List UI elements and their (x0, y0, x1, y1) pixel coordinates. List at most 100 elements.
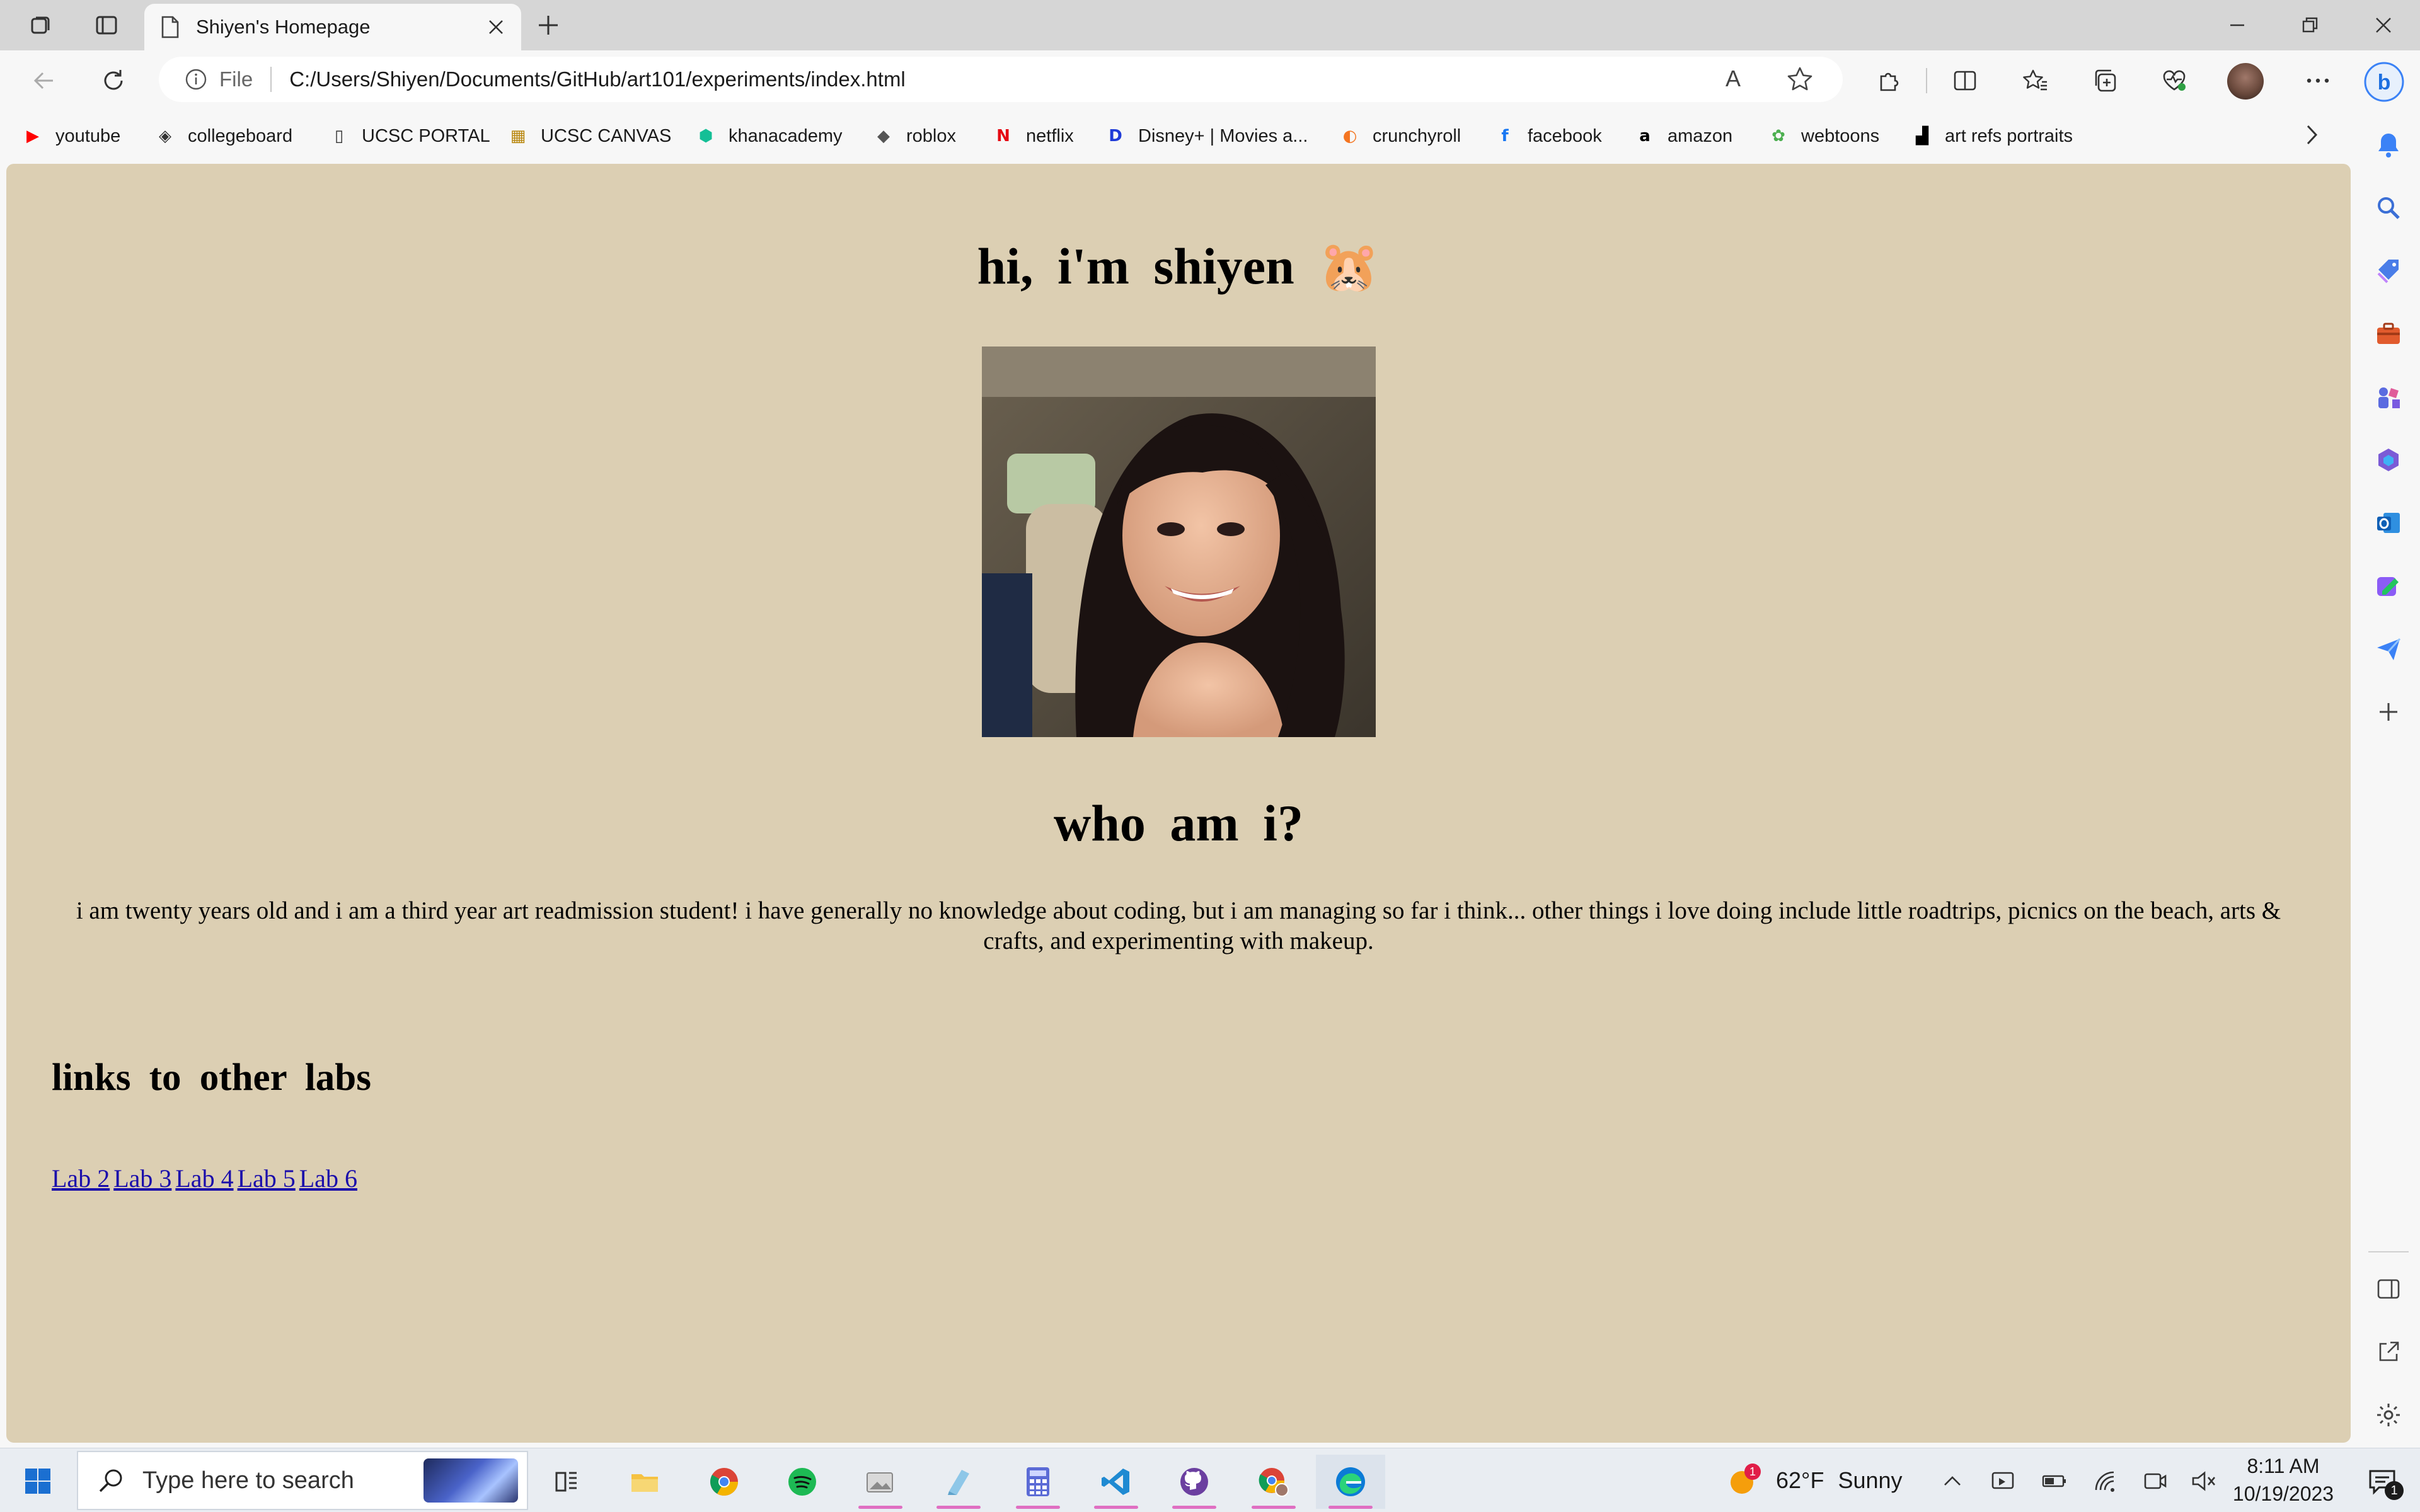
more-options-icon[interactable] (2299, 62, 2337, 100)
info-icon[interactable] (184, 67, 208, 91)
favorite-item[interactable]: ✿ webtoons (1767, 118, 1879, 154)
lab-link[interactable]: Lab 6 (299, 1164, 357, 1193)
favorite-item[interactable]: ▟ art refs portraits (1911, 118, 2073, 154)
favorite-label: UCSC CANVAS (541, 125, 672, 146)
settings-gear-icon[interactable] (2371, 1397, 2406, 1433)
taskbar-search[interactable]: Type here to search (77, 1451, 528, 1510)
favorite-item[interactable]: a amazon (1634, 118, 1732, 154)
volume-muted-icon[interactable] (2186, 1463, 2221, 1499)
notification-count: 1 (2385, 1481, 2404, 1500)
disney-icon: D (1109, 127, 1122, 146)
favorite-label: UCSC PORTAL (362, 125, 490, 146)
weather-widget[interactable]: 1 62°F Sunny (1727, 1460, 1903, 1501)
back-icon[interactable] (25, 62, 63, 100)
favorite-label: webtoons (1801, 125, 1880, 146)
lab-link[interactable]: Lab 2 (52, 1164, 110, 1193)
clock-date: 10/19/2023 (2232, 1482, 2334, 1505)
facebook-icon: f (1501, 127, 1509, 146)
windows-taskbar: Type here to search 1 62°F Sunny 8:11 AM… (0, 1448, 2420, 1512)
camera-icon[interactable] (2138, 1463, 2173, 1499)
favorite-item[interactable]: ▦ UCSC CANVAS (507, 118, 672, 154)
start-button-icon[interactable] (13, 1457, 63, 1505)
favorite-item[interactable]: ⬢ khanacademy (694, 118, 843, 154)
favorite-label: Disney+ | Movies a... (1138, 125, 1308, 146)
address-divider (270, 67, 272, 92)
favorite-item[interactable]: ◐ crunchyroll (1339, 118, 1461, 154)
roblox-icon: ◆ (877, 127, 890, 146)
favorite-label: art refs portraits (1945, 125, 2073, 146)
lab-link[interactable]: Lab 4 (175, 1164, 233, 1193)
restore-icon[interactable] (2279, 6, 2342, 44)
lab-link[interactable]: Lab 3 (113, 1164, 171, 1193)
hide-sidebar-icon[interactable] (2371, 1271, 2406, 1307)
notepad-icon[interactable] (924, 1455, 993, 1509)
favorite-label: facebook (1528, 125, 1602, 146)
close-tab-icon[interactable] (477, 8, 515, 46)
task-view-icon[interactable] (532, 1455, 601, 1509)
read-aloud-icon[interactable]: A (1726, 66, 1741, 92)
notifications-icon[interactable]: 1 (2357, 1460, 2407, 1504)
refresh-icon[interactable] (95, 62, 132, 100)
webtoons-icon: ✿ (1772, 127, 1785, 146)
photos-icon[interactable] (846, 1455, 915, 1509)
games-icon[interactable] (2371, 379, 2406, 415)
new-tab-icon[interactable] (529, 9, 567, 42)
split-screen-icon[interactable] (1946, 62, 1984, 100)
page-icon (161, 16, 180, 38)
workspaces-icon[interactable] (23, 9, 59, 42)
microsoft-365-icon[interactable] (2371, 442, 2406, 478)
search-icon[interactable] (2371, 190, 2406, 226)
battery-icon[interactable] (2037, 1463, 2072, 1499)
favorite-item[interactable]: ◈ collegeboard (154, 118, 292, 154)
favorites-icon[interactable] (2017, 62, 2054, 100)
add-icon[interactable] (2371, 694, 2406, 730)
minimize-icon[interactable] (2206, 6, 2269, 44)
chevron-up-icon[interactable] (1935, 1463, 1970, 1499)
browser-essentials-icon[interactable] (2155, 62, 2193, 100)
favorite-label: crunchyroll (1373, 125, 1461, 146)
chevron-right-icon[interactable] (2294, 117, 2329, 152)
chrome-icon[interactable] (689, 1455, 759, 1509)
address-url[interactable]: C:/Users/Shiyen/Documents/GitHub/art101/… (289, 67, 906, 91)
favorite-item[interactable]: f facebook (1494, 118, 1602, 154)
file-explorer-icon[interactable] (610, 1455, 679, 1509)
favorite-item[interactable]: ▯ UCSC PORTAL (328, 118, 490, 154)
favorite-item[interactable]: Nnetflix (992, 118, 1074, 154)
running-indicator (858, 1506, 902, 1509)
tools-briefcase-icon[interactable] (2371, 316, 2406, 352)
bell-icon[interactable] (2371, 127, 2406, 163)
spotify-icon[interactable] (768, 1455, 837, 1509)
favorite-star-icon[interactable] (1786, 66, 1814, 93)
github-desktop-icon[interactable] (1160, 1455, 1229, 1509)
tab-active[interactable]: Shiyen's Homepage (144, 4, 521, 50)
favorites-bar: ▶ youtube ◈ collegeboard ▯ UCSC PORTAL ▦ UCSC C… (0, 110, 2420, 161)
crunchyroll-icon: ◐ (1342, 127, 1357, 146)
favorite-item[interactable]: ◆ roblox (872, 118, 956, 154)
address-bar[interactable]: File C:/Users/Shiyen/Documents/GitHub/ar… (159, 57, 1843, 102)
vscode-icon[interactable] (1081, 1455, 1151, 1509)
profile-avatar[interactable] (2227, 63, 2264, 100)
outlook-icon[interactable] (2371, 505, 2406, 541)
lab-link[interactable]: Lab 5 (238, 1164, 296, 1193)
shopping-tag-icon[interactable] (2371, 253, 2406, 289)
onedrive-meet-icon[interactable] (1985, 1463, 2020, 1499)
edge-icon[interactable] (1316, 1455, 1385, 1509)
favorite-label: youtube (55, 125, 121, 146)
calculator-icon[interactable] (1003, 1455, 1073, 1509)
search-placeholder: Type here to search (142, 1467, 354, 1494)
designer-icon[interactable] (2371, 568, 2406, 604)
wifi-icon[interactable] (2089, 1463, 2124, 1499)
external-link-icon[interactable] (2371, 1334, 2406, 1370)
collections-icon[interactable] (2087, 62, 2125, 100)
extensions-icon[interactable] (1870, 62, 1908, 100)
copilot-icon[interactable]: b (2358, 57, 2410, 107)
favorite-item[interactable]: ▶ youtube (21, 118, 120, 154)
running-indicator (1016, 1506, 1060, 1509)
about-heading: who am i? (1054, 794, 1303, 852)
drop-send-icon[interactable] (2371, 631, 2406, 667)
close-window-icon[interactable] (2352, 6, 2415, 44)
tab-actions-icon[interactable] (88, 9, 125, 42)
clock[interactable]: 8:11 AM 10/19/2023 (2231, 1452, 2336, 1509)
chrome-profile-icon[interactable] (1239, 1455, 1308, 1509)
favorite-item[interactable]: D Disney+ | Movies a... (1104, 118, 1308, 154)
